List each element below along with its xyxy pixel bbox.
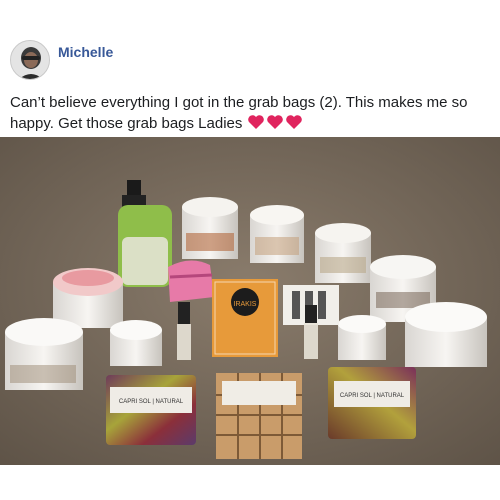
post-photo[interactable]: IRAKIS CAPRI SOL | NATURAL CAPRI SOL | N… [0, 137, 500, 465]
jar-top-3 [315, 223, 371, 283]
jar-top-2 [250, 205, 304, 263]
avatar-photo [11, 41, 49, 79]
jar-large-left [5, 318, 83, 390]
soap-label-right: CAPRI SOL | NATURAL [340, 393, 405, 399]
avatar[interactable] [10, 40, 50, 80]
roller-bottle-right [304, 305, 318, 359]
jar-small-left [110, 320, 162, 366]
jar-top-1 [182, 197, 238, 259]
post-author-name[interactable]: Michelle [58, 44, 113, 60]
jar-large-right [405, 302, 487, 367]
jar-small-right [338, 315, 386, 360]
soap-bar-right: CAPRI SOL | NATURAL [328, 367, 416, 439]
post-header: Michelle [10, 40, 490, 84]
orange-product-box: IRAKIS [212, 279, 278, 357]
soap-bar-left: CAPRI SOL | NATURAL [106, 375, 196, 445]
roller-bottle-left [177, 302, 191, 360]
pink-gift-bag [168, 260, 214, 302]
jar-pink-lid [53, 268, 123, 328]
wooden-soap-dish [216, 373, 302, 459]
orange-box-brand: IRAKIS [234, 301, 257, 308]
three-red-hearts-icon [247, 114, 303, 136]
soap-label-left: CAPRI SOL | NATURAL [119, 399, 184, 405]
post-body: Can’t believe everything I got in the gr… [10, 94, 468, 132]
post-text: Can’t believe everything I got in the gr… [10, 92, 480, 136]
